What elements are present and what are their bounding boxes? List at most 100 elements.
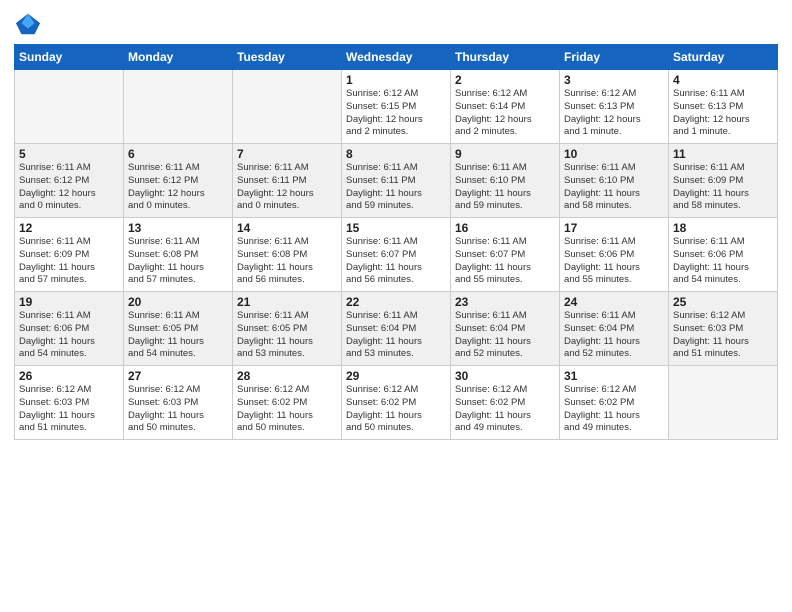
day-info: Sunrise: 6:11 AMSunset: 6:07 PMDaylight:… <box>455 236 555 287</box>
day-info: Sunrise: 6:11 AMSunset: 6:06 PMDaylight:… <box>564 236 664 287</box>
day-info: Sunrise: 6:11 AMSunset: 6:05 PMDaylight:… <box>128 310 228 361</box>
calendar: SundayMondayTuesdayWednesdayThursdayFrid… <box>14 44 778 440</box>
day-cell: 20Sunrise: 6:11 AMSunset: 6:05 PMDayligh… <box>124 292 233 366</box>
day-number: 3 <box>564 73 664 87</box>
day-cell: 11Sunrise: 6:11 AMSunset: 6:09 PMDayligh… <box>669 144 778 218</box>
weekday-header-thursday: Thursday <box>451 45 560 70</box>
day-number: 30 <box>455 369 555 383</box>
day-info: Sunrise: 6:11 AMSunset: 6:08 PMDaylight:… <box>128 236 228 287</box>
day-cell: 1Sunrise: 6:12 AMSunset: 6:15 PMDaylight… <box>342 70 451 144</box>
day-info: Sunrise: 6:11 AMSunset: 6:10 PMDaylight:… <box>564 162 664 213</box>
day-info: Sunrise: 6:11 AMSunset: 6:11 PMDaylight:… <box>346 162 446 213</box>
day-cell: 12Sunrise: 6:11 AMSunset: 6:09 PMDayligh… <box>15 218 124 292</box>
day-cell: 27Sunrise: 6:12 AMSunset: 6:03 PMDayligh… <box>124 366 233 440</box>
day-cell: 29Sunrise: 6:12 AMSunset: 6:02 PMDayligh… <box>342 366 451 440</box>
day-number: 31 <box>564 369 664 383</box>
day-info: Sunrise: 6:11 AMSunset: 6:04 PMDaylight:… <box>564 310 664 361</box>
day-cell: 5Sunrise: 6:11 AMSunset: 6:12 PMDaylight… <box>15 144 124 218</box>
day-info: Sunrise: 6:11 AMSunset: 6:09 PMDaylight:… <box>673 162 773 213</box>
day-cell: 3Sunrise: 6:12 AMSunset: 6:13 PMDaylight… <box>560 70 669 144</box>
day-info: Sunrise: 6:11 AMSunset: 6:04 PMDaylight:… <box>346 310 446 361</box>
day-cell: 30Sunrise: 6:12 AMSunset: 6:02 PMDayligh… <box>451 366 560 440</box>
day-cell: 8Sunrise: 6:11 AMSunset: 6:11 PMDaylight… <box>342 144 451 218</box>
day-number: 18 <box>673 221 773 235</box>
day-info: Sunrise: 6:12 AMSunset: 6:02 PMDaylight:… <box>346 384 446 435</box>
day-number: 2 <box>455 73 555 87</box>
day-number: 5 <box>19 147 119 161</box>
day-number: 14 <box>237 221 337 235</box>
day-cell: 23Sunrise: 6:11 AMSunset: 6:04 PMDayligh… <box>451 292 560 366</box>
day-number: 15 <box>346 221 446 235</box>
day-info: Sunrise: 6:11 AMSunset: 6:04 PMDaylight:… <box>455 310 555 361</box>
day-cell: 2Sunrise: 6:12 AMSunset: 6:14 PMDaylight… <box>451 70 560 144</box>
day-number: 1 <box>346 73 446 87</box>
day-number: 21 <box>237 295 337 309</box>
logo <box>14 10 46 38</box>
weekday-header-row: SundayMondayTuesdayWednesdayThursdayFrid… <box>15 45 778 70</box>
day-cell: 22Sunrise: 6:11 AMSunset: 6:04 PMDayligh… <box>342 292 451 366</box>
header <box>14 10 778 38</box>
day-number: 8 <box>346 147 446 161</box>
day-cell: 7Sunrise: 6:11 AMSunset: 6:11 PMDaylight… <box>233 144 342 218</box>
day-info: Sunrise: 6:12 AMSunset: 6:02 PMDaylight:… <box>564 384 664 435</box>
day-cell: 16Sunrise: 6:11 AMSunset: 6:07 PMDayligh… <box>451 218 560 292</box>
day-cell: 17Sunrise: 6:11 AMSunset: 6:06 PMDayligh… <box>560 218 669 292</box>
day-cell: 21Sunrise: 6:11 AMSunset: 6:05 PMDayligh… <box>233 292 342 366</box>
day-number: 26 <box>19 369 119 383</box>
day-cell: 14Sunrise: 6:11 AMSunset: 6:08 PMDayligh… <box>233 218 342 292</box>
day-number: 7 <box>237 147 337 161</box>
day-cell: 4Sunrise: 6:11 AMSunset: 6:13 PMDaylight… <box>669 70 778 144</box>
week-row-2: 5Sunrise: 6:11 AMSunset: 6:12 PMDaylight… <box>15 144 778 218</box>
day-info: Sunrise: 6:11 AMSunset: 6:06 PMDaylight:… <box>19 310 119 361</box>
page: SundayMondayTuesdayWednesdayThursdayFrid… <box>0 0 792 612</box>
day-info: Sunrise: 6:11 AMSunset: 6:12 PMDaylight:… <box>19 162 119 213</box>
logo-icon <box>14 10 42 38</box>
day-cell: 28Sunrise: 6:12 AMSunset: 6:02 PMDayligh… <box>233 366 342 440</box>
day-info: Sunrise: 6:11 AMSunset: 6:09 PMDaylight:… <box>19 236 119 287</box>
day-info: Sunrise: 6:11 AMSunset: 6:12 PMDaylight:… <box>128 162 228 213</box>
day-info: Sunrise: 6:11 AMSunset: 6:11 PMDaylight:… <box>237 162 337 213</box>
day-number: 23 <box>455 295 555 309</box>
day-cell: 9Sunrise: 6:11 AMSunset: 6:10 PMDaylight… <box>451 144 560 218</box>
day-info: Sunrise: 6:12 AMSunset: 6:03 PMDaylight:… <box>19 384 119 435</box>
day-number: 6 <box>128 147 228 161</box>
weekday-header-tuesday: Tuesday <box>233 45 342 70</box>
day-number: 17 <box>564 221 664 235</box>
day-number: 25 <box>673 295 773 309</box>
day-cell: 31Sunrise: 6:12 AMSunset: 6:02 PMDayligh… <box>560 366 669 440</box>
week-row-3: 12Sunrise: 6:11 AMSunset: 6:09 PMDayligh… <box>15 218 778 292</box>
day-number: 12 <box>19 221 119 235</box>
day-info: Sunrise: 6:12 AMSunset: 6:15 PMDaylight:… <box>346 88 446 139</box>
day-cell <box>233 70 342 144</box>
day-cell: 19Sunrise: 6:11 AMSunset: 6:06 PMDayligh… <box>15 292 124 366</box>
day-number: 22 <box>346 295 446 309</box>
day-number: 9 <box>455 147 555 161</box>
day-info: Sunrise: 6:11 AMSunset: 6:07 PMDaylight:… <box>346 236 446 287</box>
weekday-header-sunday: Sunday <box>15 45 124 70</box>
day-number: 19 <box>19 295 119 309</box>
day-cell: 18Sunrise: 6:11 AMSunset: 6:06 PMDayligh… <box>669 218 778 292</box>
day-cell: 10Sunrise: 6:11 AMSunset: 6:10 PMDayligh… <box>560 144 669 218</box>
day-cell: 26Sunrise: 6:12 AMSunset: 6:03 PMDayligh… <box>15 366 124 440</box>
week-row-1: 1Sunrise: 6:12 AMSunset: 6:15 PMDaylight… <box>15 70 778 144</box>
day-number: 16 <box>455 221 555 235</box>
day-info: Sunrise: 6:12 AMSunset: 6:03 PMDaylight:… <box>128 384 228 435</box>
weekday-header-monday: Monday <box>124 45 233 70</box>
day-cell: 13Sunrise: 6:11 AMSunset: 6:08 PMDayligh… <box>124 218 233 292</box>
week-row-4: 19Sunrise: 6:11 AMSunset: 6:06 PMDayligh… <box>15 292 778 366</box>
day-cell: 24Sunrise: 6:11 AMSunset: 6:04 PMDayligh… <box>560 292 669 366</box>
day-cell: 15Sunrise: 6:11 AMSunset: 6:07 PMDayligh… <box>342 218 451 292</box>
day-info: Sunrise: 6:12 AMSunset: 6:14 PMDaylight:… <box>455 88 555 139</box>
day-info: Sunrise: 6:11 AMSunset: 6:08 PMDaylight:… <box>237 236 337 287</box>
day-info: Sunrise: 6:12 AMSunset: 6:13 PMDaylight:… <box>564 88 664 139</box>
day-info: Sunrise: 6:11 AMSunset: 6:13 PMDaylight:… <box>673 88 773 139</box>
day-info: Sunrise: 6:11 AMSunset: 6:06 PMDaylight:… <box>673 236 773 287</box>
day-info: Sunrise: 6:12 AMSunset: 6:03 PMDaylight:… <box>673 310 773 361</box>
day-number: 4 <box>673 73 773 87</box>
day-number: 29 <box>346 369 446 383</box>
day-info: Sunrise: 6:12 AMSunset: 6:02 PMDaylight:… <box>237 384 337 435</box>
weekday-header-wednesday: Wednesday <box>342 45 451 70</box>
day-cell <box>15 70 124 144</box>
day-number: 11 <box>673 147 773 161</box>
day-info: Sunrise: 6:11 AMSunset: 6:05 PMDaylight:… <box>237 310 337 361</box>
